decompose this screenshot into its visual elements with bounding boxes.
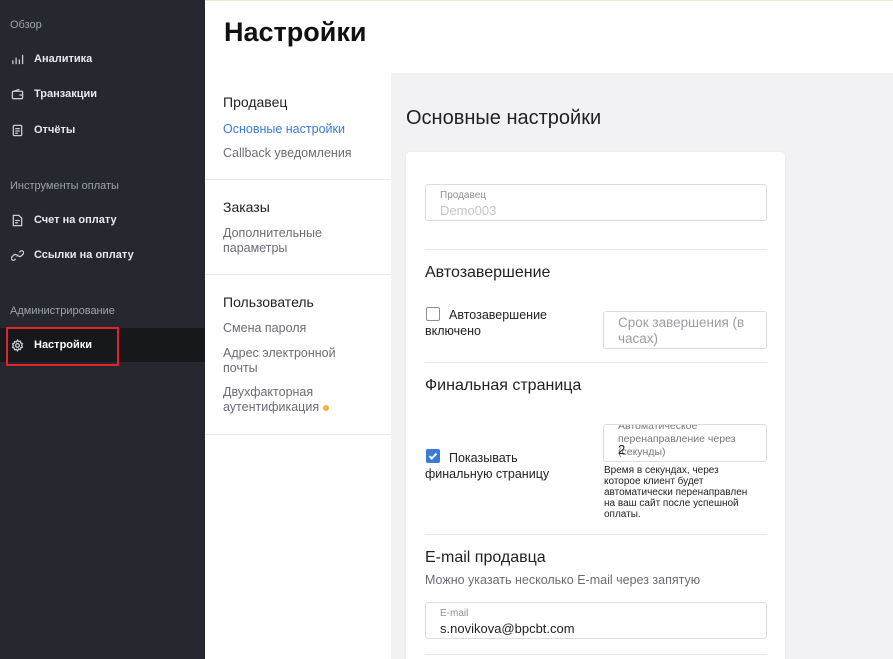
settings-card: Продавец Demo003 Автозавершение Автозаве… — [406, 152, 785, 659]
section-title: Основные настройки — [406, 107, 602, 129]
field-label: Продавец — [440, 190, 486, 201]
subnav-link-callback[interactable]: Callback уведомления — [223, 146, 383, 161]
sidebar-item-label: Отчёты — [34, 124, 76, 136]
wallet-icon — [10, 87, 24, 101]
sidebar-item-invoice[interactable]: Счет на оплату — [0, 203, 205, 237]
invoice-icon — [10, 213, 24, 227]
divider — [425, 654, 767, 655]
field-label: E-mail — [440, 608, 469, 619]
subnav-link-email-address[interactable]: Адрес электронной почты — [223, 346, 353, 376]
notification-dot — [323, 404, 330, 411]
subnav-group-orders: Заказы Дополнительные параметры — [205, 180, 391, 275]
divider — [425, 362, 767, 363]
email-heading: E-mail продавца — [425, 549, 546, 566]
sidebar-item-label: Ссылки на оплату — [34, 249, 134, 261]
email-field[interactable]: E-mail s.novikova@bpcbt.com — [425, 602, 767, 639]
subnav-group-seller: Продавец Основные настройки Callback уве… — [205, 73, 391, 180]
subnav-link-main-settings[interactable]: Основные настройки — [223, 122, 383, 137]
highlight-frame — [6, 327, 119, 366]
field-value: Demo003 — [440, 203, 497, 218]
sidebar-item-payment-links[interactable]: Ссылки на оплату — [0, 238, 205, 272]
seller-field[interactable]: Продавец Demo003 — [425, 184, 767, 221]
sidebar: Обзор Аналитика Транзакции Отчёты Инстру… — [0, 0, 205, 659]
sidebar-section-admin: Администрирование — [10, 305, 115, 317]
divider — [425, 249, 767, 250]
sidebar-item-transactions[interactable]: Транзакции — [0, 77, 205, 111]
subnav-group-title: Пользователь — [223, 294, 314, 310]
final-page-checkbox-label: Показывать финальную страницу — [425, 451, 550, 481]
field-value: 2 — [618, 442, 626, 457]
autocomplete-checkbox-label: Автозавершение включено — [425, 308, 548, 338]
document-icon — [10, 123, 24, 137]
subnav-link-change-password[interactable]: Смена пароля — [223, 321, 383, 336]
page-title: Настройки — [224, 17, 367, 47]
field-value: s.novikova@bpcbt.com — [440, 621, 575, 636]
sidebar-section-overview: Обзор — [10, 19, 42, 31]
sidebar-item-label: Аналитика — [34, 53, 93, 65]
bar-chart-icon — [10, 52, 24, 66]
subnav-link-two-factor[interactable]: Двухфакторная аутентификация — [223, 385, 353, 415]
autocomplete-heading: Автозавершение — [425, 264, 551, 281]
subnav-group-title: Продавец — [223, 94, 288, 110]
link-icon — [10, 248, 24, 262]
sidebar-item-analytics[interactable]: Аналитика — [0, 42, 205, 76]
field-label: Автоматическое перенаправление через (се… — [618, 424, 736, 458]
redirect-hint: Время в секундах, через которое клиент б… — [604, 465, 748, 520]
subnav-group-title: Заказы — [223, 199, 270, 215]
page-header: Настройки — [205, 0, 893, 73]
final-page-heading: Финальная страница — [425, 377, 582, 394]
sidebar-item-label: Транзакции — [34, 88, 98, 100]
redirect-seconds-input[interactable]: Автоматическое перенаправление через (се… — [603, 424, 767, 462]
sidebar-item-label: Счет на оплату — [34, 214, 117, 226]
subnav-group-user: Пользователь Смена пароля Адрес электрон… — [205, 275, 391, 435]
sidebar-item-reports[interactable]: Отчёты — [0, 113, 205, 147]
settings-subnav: Продавец Основные настройки Callback уве… — [205, 73, 391, 659]
subnav-link-label: Двухфакторная аутентификация — [223, 385, 320, 414]
divider — [425, 534, 767, 535]
email-subtext: Можно указать несколько E-mail через зап… — [425, 573, 701, 587]
subnav-link-extra-params[interactable]: Дополнительные параметры — [223, 226, 353, 256]
field-placeholder: Срок завершения (в часах) — [618, 315, 745, 346]
sidebar-section-payment-tools: Инструменты оплаты — [10, 180, 119, 192]
autocomplete-period-input[interactable]: Срок завершения (в часах) — [603, 311, 767, 349]
